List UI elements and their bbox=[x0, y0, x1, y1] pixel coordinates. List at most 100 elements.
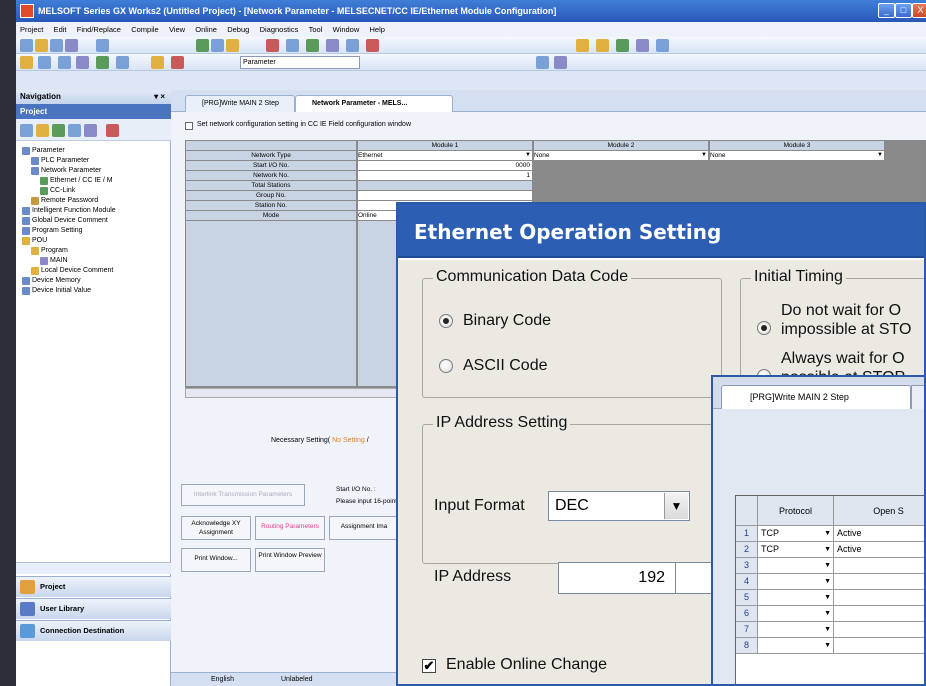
tree-item[interactable]: Remote Password bbox=[31, 196, 98, 205]
ip-octet-1-input[interactable]: 192 bbox=[558, 562, 676, 594]
ascii-code-radio[interactable] bbox=[439, 359, 453, 373]
interlink-transmission-button[interactable]: Interlink Transmission Parameters bbox=[181, 484, 305, 506]
menu-view[interactable]: View bbox=[165, 22, 189, 37]
open-system-select[interactable]: Active bbox=[834, 526, 924, 542]
new-icon[interactable] bbox=[20, 39, 33, 52]
menu-tool[interactable]: Tool bbox=[305, 22, 327, 37]
ip-octet-2-input[interactable] bbox=[676, 562, 716, 594]
start-io-input[interactable]: 0000 bbox=[358, 161, 532, 170]
chevron-down-icon[interactable]: ▼ bbox=[824, 590, 831, 605]
open-system-select[interactable] bbox=[834, 622, 924, 638]
read-plc-icon[interactable] bbox=[346, 39, 359, 52]
group-no-input[interactable] bbox=[358, 191, 532, 200]
undo-icon[interactable] bbox=[96, 39, 109, 52]
copy-icon[interactable] bbox=[211, 39, 224, 52]
minimize-button[interactable]: _ bbox=[878, 3, 895, 18]
zoom-icon[interactable] bbox=[536, 56, 549, 69]
tab-prg-write-main[interactable]: [PRG]Write MAIN 2 Step bbox=[185, 95, 295, 112]
chevron-down-icon[interactable]: ▼ bbox=[824, 542, 831, 557]
search-icon[interactable] bbox=[171, 56, 184, 69]
watch-icon[interactable] bbox=[116, 56, 129, 69]
chevron-down-icon[interactable]: ▼ bbox=[824, 526, 831, 541]
acknowledge-xy-button[interactable]: Acknowledge XY Assignment bbox=[181, 516, 251, 540]
network-type-select[interactable]: None ▼ bbox=[710, 151, 884, 160]
binary-code-radio[interactable] bbox=[439, 314, 453, 328]
close-button[interactable]: X bbox=[912, 3, 926, 18]
open-system-select[interactable] bbox=[834, 638, 924, 654]
protocol-select[interactable]: ▼ bbox=[758, 638, 834, 654]
navigation-scrollbar[interactable] bbox=[16, 562, 171, 574]
maximize-button[interactable]: □ bbox=[895, 3, 912, 18]
pin-close-icon[interactable]: ▾ × bbox=[150, 90, 165, 104]
parameter-combo[interactable]: Parameter bbox=[240, 56, 360, 69]
menu-help[interactable]: Help bbox=[366, 22, 389, 37]
protocol-select[interactable]: TCP ▼ bbox=[758, 526, 834, 542]
find-icon[interactable] bbox=[266, 39, 279, 52]
tab-prg-write-main[interactable]: [PRG]Write MAIN 2 Step bbox=[721, 385, 911, 409]
tree-item[interactable]: Program Setting bbox=[22, 226, 83, 235]
add-icon[interactable] bbox=[52, 124, 65, 137]
navigation-icon[interactable] bbox=[20, 56, 33, 69]
properties-icon[interactable] bbox=[68, 124, 81, 137]
replace-icon[interactable] bbox=[286, 39, 299, 52]
chevron-down-icon[interactable]: ▼ bbox=[824, 574, 831, 589]
menu-project[interactable]: Project bbox=[16, 22, 47, 37]
help-icon[interactable] bbox=[151, 56, 164, 69]
nav-button-project[interactable]: Project bbox=[16, 576, 171, 597]
enable-online-change-checkbox[interactable]: ✔ bbox=[422, 659, 436, 673]
line-icon[interactable] bbox=[656, 39, 669, 52]
tree-item[interactable]: CC-Link bbox=[40, 186, 75, 195]
configuration-checkbox[interactable] bbox=[185, 122, 193, 130]
open-system-select[interactable]: Active bbox=[834, 542, 924, 558]
monitor-icon[interactable] bbox=[366, 39, 379, 52]
tree-item[interactable]: Device Memory bbox=[22, 276, 81, 285]
chevron-down-icon[interactable]: ▼ bbox=[664, 493, 688, 519]
tab-network-parameter[interactable] bbox=[911, 385, 924, 409]
menu-window[interactable]: Window bbox=[329, 22, 364, 37]
collapse-icon[interactable] bbox=[20, 124, 33, 137]
network-type-select[interactable]: None ▼ bbox=[534, 151, 708, 160]
menu-debug[interactable]: Debug bbox=[223, 22, 253, 37]
print-window-button[interactable]: Print Window... bbox=[181, 548, 251, 572]
protocol-select[interactable]: ▼ bbox=[758, 574, 834, 590]
function-icon[interactable] bbox=[636, 39, 649, 52]
assignment-image-button[interactable]: Assignment Ima bbox=[329, 516, 399, 540]
tab-network-parameter[interactable]: Network Parameter - MELS... bbox=[295, 95, 453, 112]
chevron-down-icon[interactable]: ▼ bbox=[824, 638, 831, 653]
write-plc-icon[interactable] bbox=[326, 39, 339, 52]
input-format-select[interactable]: DEC ▼ bbox=[548, 491, 690, 521]
network-type-select[interactable]: Ethernet ▼ bbox=[358, 151, 532, 160]
sort-icon[interactable] bbox=[84, 124, 97, 137]
open-system-select[interactable] bbox=[834, 606, 924, 622]
protocol-select[interactable]: ▼ bbox=[758, 590, 834, 606]
output-icon[interactable] bbox=[58, 56, 71, 69]
compile-icon[interactable] bbox=[306, 39, 319, 52]
cross-reference-icon[interactable] bbox=[76, 56, 89, 69]
chevron-down-icon[interactable]: ▼ bbox=[824, 622, 831, 637]
ladder-icon[interactable] bbox=[576, 39, 589, 52]
expand-icon[interactable] bbox=[36, 124, 49, 137]
protocol-select[interactable]: ▼ bbox=[758, 622, 834, 638]
tree-item[interactable]: Local Device Comment bbox=[31, 266, 113, 275]
device-list-icon[interactable] bbox=[96, 56, 109, 69]
tree-item[interactable]: Network Parameter bbox=[31, 166, 101, 175]
tree-item[interactable]: Global Device Comment bbox=[22, 216, 108, 225]
tree-item[interactable]: Parameter bbox=[22, 146, 65, 155]
nav-button-connection-destination[interactable]: Connection Destination bbox=[16, 620, 171, 641]
menu-edit[interactable]: Edit bbox=[50, 22, 71, 37]
open-system-select[interactable] bbox=[834, 590, 924, 606]
filter-icon[interactable] bbox=[106, 124, 119, 137]
network-no-input[interactable]: 1 bbox=[358, 171, 532, 180]
do-not-wait-radio[interactable] bbox=[757, 321, 771, 335]
open-system-select[interactable] bbox=[834, 574, 924, 590]
open-icon[interactable] bbox=[35, 39, 48, 52]
column-icon[interactable] bbox=[554, 56, 567, 69]
menu-compile[interactable]: Compile bbox=[127, 22, 163, 37]
contact-icon[interactable] bbox=[596, 39, 609, 52]
tree-item[interactable]: MAIN bbox=[40, 256, 68, 265]
tree-item[interactable]: Ethernet / CC IE / M bbox=[40, 176, 113, 185]
print-icon[interactable] bbox=[65, 39, 78, 52]
menu-online[interactable]: Online bbox=[191, 22, 221, 37]
menu-find-replace[interactable]: Find/Replace bbox=[73, 22, 125, 37]
open-system-select[interactable] bbox=[834, 558, 924, 574]
